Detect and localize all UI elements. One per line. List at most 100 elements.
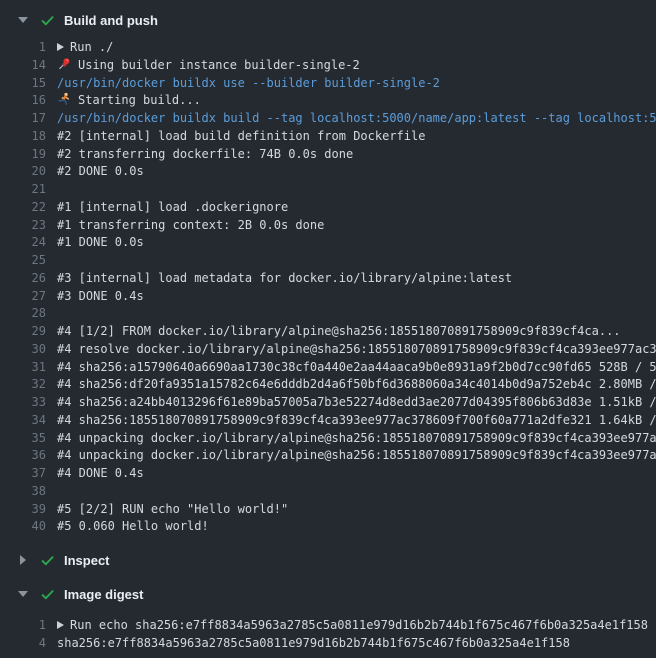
line-number[interactable]: 14: [0, 57, 46, 75]
line-number[interactable]: 15: [0, 75, 46, 93]
log-line: 34#4 sha256:185518070891758909c9f839cf4c…: [0, 412, 656, 430]
log-line: 33 #4 sha256:a24bb4013296f61e89ba57005a7b…: [0, 394, 656, 412]
log-text: #4 DONE 0.4s: [57, 466, 144, 480]
line-number[interactable]: 29: [0, 323, 46, 341]
log-line-text: #1 transferring context: 2B 0.0s done: [57, 217, 324, 235]
line-number[interactable]: 17: [0, 110, 46, 128]
log-line: 18 #2 [internal] load build definition fr…: [0, 128, 656, 146]
log-text: #4 unpacking docker.io/library/alpine@sh…: [57, 448, 656, 462]
log-line-text: #2 [internal] load build definition from…: [57, 128, 425, 146]
log-line-text: #4 DONE 0.4s: [57, 465, 144, 483]
runner-icon: [57, 92, 71, 106]
section-title: Image digest: [64, 587, 143, 602]
line-number[interactable]: 30: [0, 341, 46, 359]
line-number[interactable]: 34: [0, 412, 46, 430]
log-text: Run echo sha256:e7ff8834a5963a2785c5a081…: [70, 618, 648, 632]
log-line-text: Starting build...: [57, 92, 201, 110]
log-text: #4 sha256:a15790640a6690aa1730c38cf0a440…: [57, 360, 656, 374]
log-line: 27 #3 DONE 0.4s: [0, 288, 656, 306]
log-line-text: #4 sha256:df20fa9351a15782c64e6dddb2d4a6…: [57, 376, 656, 394]
line-number[interactable]: 24: [0, 234, 46, 252]
log-line-text: #4 [1/2] FROM docker.io/library/alpine@s…: [57, 323, 621, 341]
line-number[interactable]: 1: [0, 617, 46, 635]
line-number[interactable]: 38: [0, 483, 46, 501]
log-line-text: #4 unpacking docker.io/library/alpine@sh…: [57, 430, 656, 448]
success-check-icon: [40, 13, 55, 28]
log-line-text: sha256:e7ff8834a5963a2785c5a0811e979d16b…: [57, 635, 570, 653]
section-header-inspect[interactable]: Inspect: [0, 548, 656, 572]
log-line: 30 #4 resolve docker.io/library/alpine@sh…: [0, 341, 656, 359]
line-number[interactable]: 1: [0, 39, 46, 57]
line-number[interactable]: 27: [0, 288, 46, 306]
log-text: #5 [2/2] RUN echo "Hello world!": [57, 502, 288, 516]
log-text: #1 [internal] load .dockerignore: [57, 200, 288, 214]
expand-group-arrow-icon[interactable]: [57, 621, 64, 629]
line-number[interactable]: 16: [0, 92, 46, 110]
log-line: 32 #4 sha256:df20fa9351a15782c64e6dddb2d4…: [0, 376, 656, 394]
log-lines-image-digest: 1 Run echo sha256:e7ff8834a5963a2785c5a08…: [0, 606, 656, 653]
line-number[interactable]: 21: [0, 181, 46, 199]
line-number[interactable]: 25: [0, 252, 46, 270]
log-text: #4 [1/2] FROM docker.io/library/alpine@s…: [57, 324, 621, 338]
log-line-text: #2 transferring dockerfile: 74B 0.0s don…: [57, 146, 353, 164]
log-line: 39 #5 [2/2] RUN echo "Hello world!": [0, 501, 656, 519]
line-number[interactable]: 4: [0, 635, 46, 653]
log-text: /usr/bin/docker buildx use --builder bui…: [57, 76, 440, 90]
log-line: 26 #3 [internal] load metadata for docker…: [0, 270, 656, 288]
log-text: sha256:e7ff8834a5963a2785c5a0811e979d16b…: [57, 636, 570, 650]
log-line: 24 #1 DONE 0.0s: [0, 234, 656, 252]
line-number[interactable]: 36: [0, 447, 46, 465]
line-number[interactable]: 32: [0, 376, 46, 394]
log-line-text: #4 sha256:a15790640a6690aa1730c38cf0a440…: [57, 359, 656, 377]
log-line-text: #3 [internal] load metadata for docker.i…: [57, 270, 512, 288]
line-number[interactable]: 40: [0, 518, 46, 536]
line-number[interactable]: 22: [0, 199, 46, 217]
log-line-text: #4 sha256:a24bb4013296f61e89ba57005a7b3e…: [57, 394, 656, 412]
line-number[interactable]: 33: [0, 394, 46, 412]
log-line: 20#2 DONE 0.0s: [0, 163, 656, 181]
log-section-inspect: Inspect: [0, 548, 656, 572]
log-line: 40#5 0.060 Hello world!: [0, 518, 656, 536]
log-line: 17/usr/bin/docker buildx build --tag loc…: [0, 110, 656, 128]
log-line-text: #3 DONE 0.4s: [57, 288, 144, 306]
section-header-build-and-push[interactable]: Build and push: [0, 8, 656, 32]
line-number[interactable]: 39: [0, 501, 46, 519]
log-line: 19 #2 transferring dockerfile: 74B 0.0s d…: [0, 146, 656, 164]
collapse-triangle-icon[interactable]: [18, 591, 28, 597]
log-line-text: #1 DONE 0.0s: [57, 234, 144, 252]
line-number[interactable]: 31: [0, 359, 46, 377]
log-line: 15/usr/bin/docker buildx use --builder b…: [0, 75, 656, 93]
section-title: Build and push: [64, 13, 158, 28]
log-line: 16 Starting build...: [0, 92, 656, 110]
log-line: 14 Using builder instance builder-single…: [0, 57, 656, 75]
line-number[interactable]: 37: [0, 465, 46, 483]
log-text: #1 DONE 0.0s: [57, 235, 144, 249]
expand-triangle-icon[interactable]: [18, 555, 28, 565]
line-number[interactable]: 19: [0, 146, 46, 164]
log-line-text: Using builder instance builder-single-2: [57, 57, 360, 75]
log-text: #4 resolve docker.io/library/alpine@sha2…: [57, 342, 656, 356]
log-line-text: /usr/bin/docker buildx use --builder bui…: [57, 75, 440, 93]
success-check-icon: [40, 587, 55, 602]
line-number[interactable]: 26: [0, 270, 46, 288]
line-number[interactable]: 20: [0, 163, 46, 181]
log-line: 38: [0, 483, 656, 501]
log-section-image-digest: Image digest 1 Run echo sha256:e7ff8834a5…: [0, 582, 656, 653]
line-number[interactable]: 18: [0, 128, 46, 146]
log-text: #4 unpacking docker.io/library/alpine@sh…: [57, 431, 656, 445]
line-number[interactable]: 35: [0, 430, 46, 448]
log-text: #1 transferring context: 2B 0.0s done: [57, 218, 324, 232]
log-line-text: Run echo sha256:e7ff8834a5963a2785c5a081…: [57, 617, 648, 635]
log-line: 35 #4 unpacking docker.io/library/alpine@…: [0, 430, 656, 448]
expand-group-arrow-icon[interactable]: [57, 43, 64, 51]
log-line: 22 #1 [internal] load .dockerignore: [0, 199, 656, 217]
log-line-text: #5 [2/2] RUN echo "Hello world!": [57, 501, 288, 519]
log-text: #3 DONE 0.4s: [57, 289, 144, 303]
line-number[interactable]: 28: [0, 305, 46, 323]
section-header-image-digest[interactable]: Image digest: [0, 582, 656, 606]
log-text: #2 [internal] load build definition from…: [57, 129, 425, 143]
collapse-triangle-icon[interactable]: [18, 17, 28, 23]
log-line: 29 #4 [1/2] FROM docker.io/library/alpine…: [0, 323, 656, 341]
log-line: 1Run ./: [0, 39, 656, 57]
line-number[interactable]: 23: [0, 217, 46, 235]
